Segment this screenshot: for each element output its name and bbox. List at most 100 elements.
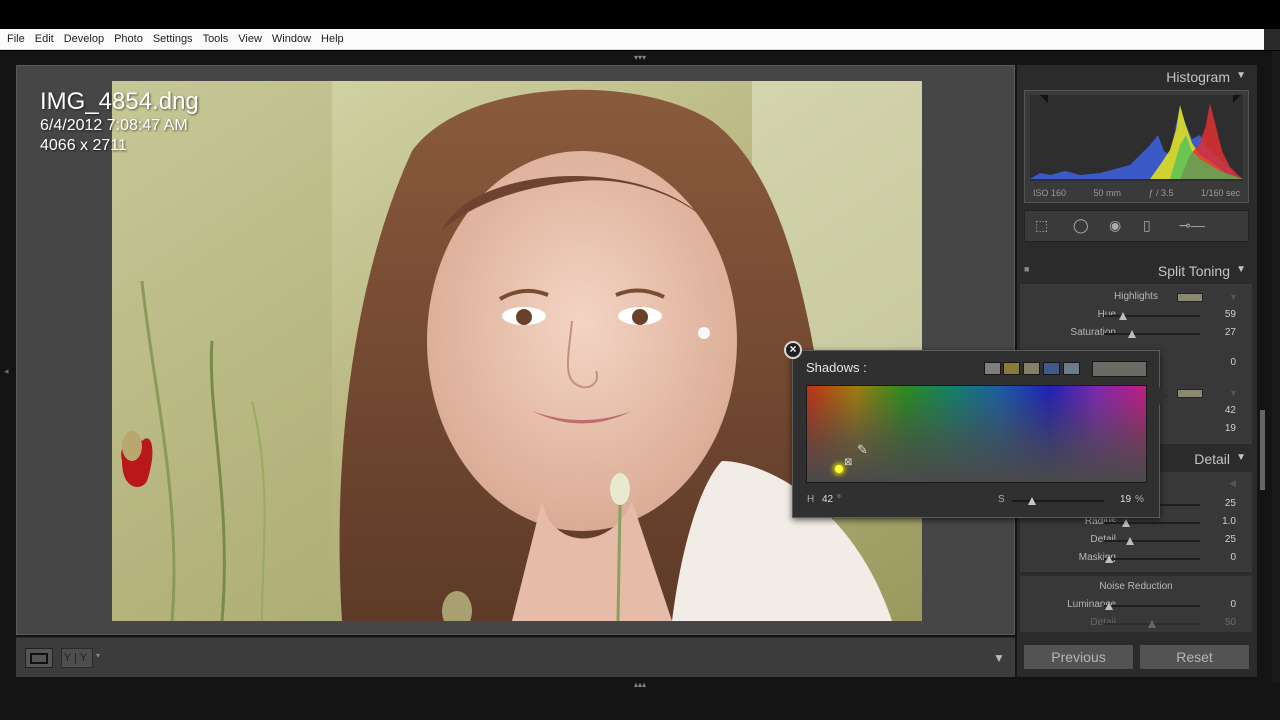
luminance-detail-value[interactable]: 50	[1225, 617, 1236, 628]
bottom-panel-grip-icon[interactable]: ▴▴▴	[634, 680, 646, 689]
preset-swatch-5[interactable]	[1063, 362, 1080, 375]
bottom-toolbar: Y|Y ▾ ▼	[16, 637, 1015, 677]
menu-develop[interactable]: Develop	[59, 29, 109, 50]
graduated-filter-tool-icon[interactable]: ▯	[1143, 217, 1151, 234]
h-value[interactable]: 42	[822, 494, 833, 505]
toolbar-menu-icon[interactable]: ▼	[993, 651, 1005, 665]
menu-help[interactable]: Help	[316, 29, 349, 50]
h-label: H	[807, 494, 815, 505]
s-value[interactable]: 19	[1120, 494, 1131, 505]
collapse-triangle-icon: ▼	[1236, 452, 1246, 463]
s-slider-knob[interactable]	[1028, 497, 1036, 505]
iso-value: ISO 160	[1033, 188, 1067, 198]
adjustment-brush-tool-icon[interactable]: ⊸—	[1179, 217, 1205, 234]
detail-row: Detail 25	[1020, 532, 1252, 550]
detail-title: Detail	[1194, 451, 1230, 467]
hue-value[interactable]: 59	[1225, 309, 1236, 320]
preset-swatch-2[interactable]	[1003, 362, 1020, 375]
menu-bar: File Edit Develop Photo Settings Tools V…	[0, 29, 1280, 50]
color-spectrum-picker[interactable]	[806, 385, 1147, 483]
histogram-title: Histogram	[1166, 69, 1230, 85]
right-window-edge	[1272, 51, 1280, 683]
radius-slider-knob[interactable]	[1122, 519, 1130, 527]
masking-slider-track[interactable]	[1104, 558, 1200, 560]
radius-slider-track[interactable]	[1104, 522, 1200, 524]
crop-tool-icon[interactable]: ⬚	[1035, 217, 1048, 234]
menu-file[interactable]: File	[2, 29, 30, 50]
before-after-button[interactable]: Y|Y	[61, 648, 93, 668]
right-panel-scrollbar[interactable]	[1260, 410, 1265, 490]
collapse-triangle-icon: ▼	[1236, 264, 1246, 275]
detail-slider-knob[interactable]	[1126, 537, 1134, 545]
eyedropper-icon: ✎	[857, 442, 868, 457]
panel-switch-icon[interactable]: ■	[1024, 264, 1029, 274]
image-filename: IMG_4854.dng	[40, 88, 199, 115]
saturation-slider-knob[interactable]	[1128, 330, 1136, 338]
luminance-row: Luminance 0	[1020, 597, 1252, 615]
shadows-popup-title: Shadows :	[806, 360, 867, 375]
shutter-value: 1/160 sec	[1200, 188, 1240, 198]
luminance-detail-slider-knob[interactable]	[1148, 620, 1156, 628]
shadows-disclosure-icon[interactable]: ▼	[1229, 388, 1238, 398]
luminance-value[interactable]: 0	[1230, 599, 1236, 610]
image-datetime: 6/4/2012 7:08:47 AM	[40, 117, 188, 134]
camera-metadata: ISO 160 50 mm ƒ / 3.5 1/160 sec	[1025, 188, 1248, 198]
shadows-hue-value[interactable]: 42	[1225, 405, 1236, 416]
spot-removal-tool-icon[interactable]: ◯	[1073, 217, 1089, 234]
redeye-tool-icon[interactable]: ◉	[1109, 217, 1121, 234]
saturation-slider-track[interactable]	[1104, 333, 1200, 335]
histogram-header[interactable]: Histogram ▼	[1020, 66, 1256, 88]
highlights-disclosure-icon[interactable]: ▼	[1229, 292, 1238, 302]
menu-window[interactable]: Window	[267, 29, 316, 50]
image-info-overlay: IMG_4854.dng 6/4/2012 7:08:47 AM 4066 x …	[40, 88, 199, 156]
highlights-hue-row: Hue 59	[1020, 307, 1252, 325]
masking-row: Masking 0	[1020, 550, 1252, 568]
preset-swatch-4[interactable]	[1043, 362, 1060, 375]
previous-button[interactable]: Previous	[1023, 644, 1134, 670]
tool-strip: ⬚ ◯ ◉ ▯ ⊸—	[1024, 210, 1249, 242]
luminance-detail-row: Detail 50	[1020, 615, 1252, 633]
aperture-value: ƒ / 3.5	[1148, 188, 1174, 198]
left-panel-toggle-icon[interactable]: ◂	[4, 366, 9, 377]
loupe-icon	[30, 652, 48, 664]
preset-swatch-3[interactable]	[1023, 362, 1040, 375]
s-unit: %	[1135, 494, 1144, 505]
saturation-value[interactable]: 27	[1225, 327, 1236, 338]
s-slider-track[interactable]	[1012, 500, 1104, 502]
shadows-saturation-value[interactable]: 19	[1225, 423, 1236, 434]
highlights-color-swatch[interactable]	[1177, 293, 1203, 302]
close-popup-icon[interactable]: ×	[784, 341, 802, 359]
shadows-color-swatch[interactable]	[1177, 389, 1203, 398]
highlights-saturation-row: Saturation 27	[1020, 325, 1252, 343]
detail-preview-toggle-icon[interactable]: ◀	[1229, 478, 1236, 489]
menu-photo[interactable]: Photo	[109, 29, 148, 50]
s-label: S	[998, 494, 1005, 505]
amount-value[interactable]: 25	[1225, 498, 1236, 509]
masking-slider-knob[interactable]	[1105, 555, 1113, 563]
menu-settings[interactable]: Settings	[148, 29, 198, 50]
masking-value[interactable]: 0	[1230, 552, 1236, 563]
detail-value[interactable]: 25	[1225, 534, 1236, 545]
top-panel-grip-icon[interactable]: ▾▾▾	[634, 53, 646, 62]
detail-slider-track[interactable]	[1104, 540, 1200, 542]
color-picker-marker[interactable]	[835, 465, 843, 473]
menu-view[interactable]: View	[233, 29, 267, 50]
focal-length-value: 50 mm	[1093, 188, 1121, 198]
balance-value[interactable]: 0	[1230, 357, 1236, 368]
split-toning-title: Split Toning	[1157, 263, 1230, 279]
collapse-triangle-icon: ▼	[1236, 70, 1246, 81]
radius-value[interactable]: 1.0	[1222, 516, 1236, 527]
split-toning-header[interactable]: Split Toning ▼	[1020, 260, 1256, 282]
luminance-slider-knob[interactable]	[1105, 602, 1113, 610]
loupe-view-button[interactable]	[25, 648, 53, 668]
menu-edit[interactable]: Edit	[30, 29, 59, 50]
h-unit: °	[837, 494, 841, 505]
luminance-slider-track[interactable]	[1104, 605, 1200, 607]
reset-button[interactable]: Reset	[1139, 644, 1250, 670]
histogram-graph	[1030, 95, 1243, 181]
right-panel-scroll-strip	[1258, 65, 1272, 677]
hue-slider-knob[interactable]	[1119, 312, 1127, 320]
preset-swatch-1[interactable]	[984, 362, 1001, 375]
menu-tools[interactable]: Tools	[198, 29, 234, 50]
before-after-dropdown-icon[interactable]: ▾	[96, 651, 100, 660]
